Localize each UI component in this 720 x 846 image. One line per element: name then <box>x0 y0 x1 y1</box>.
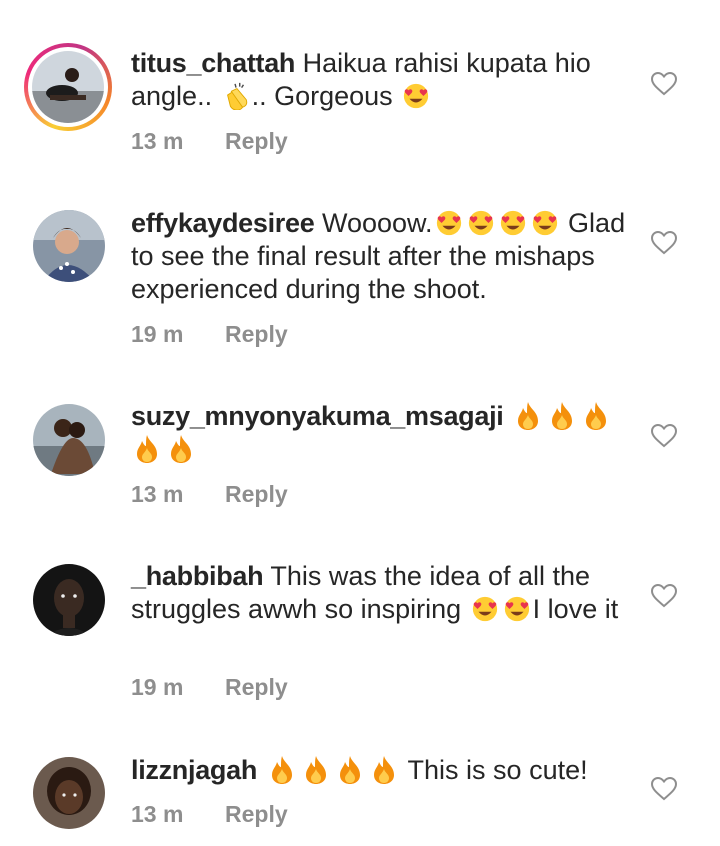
heart-outline-icon[interactable] <box>651 231 677 255</box>
comment-meta: 19 m Reply <box>131 321 288 348</box>
timestamp: 13 m <box>131 481 184 507</box>
reply-button[interactable]: Reply <box>225 481 288 508</box>
fire-emoji <box>271 756 292 784</box>
comment-text: titus_chattah Haikua rahisi kupata hio a… <box>131 48 591 111</box>
comment-text: lizznjagah This is so cute! <box>131 755 588 785</box>
fire-emoji <box>552 402 572 430</box>
timestamp: 13 m <box>131 801 184 827</box>
avatar[interactable] <box>33 404 105 476</box>
comment-meta: 13 m Reply <box>131 481 288 508</box>
timestamp: 19 m <box>131 321 184 347</box>
comment-meta: 13 m Reply <box>131 801 288 828</box>
heart-eyes-emoji <box>436 210 461 236</box>
reply-button[interactable]: Reply <box>225 128 288 155</box>
fire-emoji <box>137 435 157 463</box>
comment-meta: 13 m Reply <box>131 128 288 155</box>
avatar[interactable] <box>33 564 105 636</box>
username[interactable]: effykaydesiree <box>131 208 315 238</box>
heart-eyes-emoji <box>468 210 493 236</box>
avatar[interactable] <box>33 757 105 829</box>
heart-eyes-emoji <box>532 210 557 236</box>
fire-emoji <box>171 435 191 463</box>
timestamp: 13 m <box>131 128 184 154</box>
fire-emoji <box>373 756 394 784</box>
heart-outline-icon[interactable] <box>651 584 677 608</box>
avatar[interactable] <box>32 51 104 123</box>
fire-emoji <box>518 402 538 430</box>
heart-outline-icon[interactable] <box>651 72 677 96</box>
heart-outline-icon[interactable] <box>651 777 677 801</box>
fire-emoji <box>305 756 326 784</box>
heart-eyes-emoji <box>500 210 525 236</box>
timestamp: 19 m <box>131 674 184 700</box>
heart-eyes-emoji <box>472 596 497 622</box>
reply-button[interactable]: Reply <box>225 674 288 701</box>
heart-eyes-emoji <box>404 83 429 109</box>
reply-button[interactable]: Reply <box>225 321 288 348</box>
username[interactable]: _habbibah <box>131 561 264 591</box>
username[interactable]: titus_chattah <box>131 48 295 78</box>
comment-text: effykaydesiree Woooow. Glad to see the f… <box>131 208 626 304</box>
username[interactable]: suzy_mnyonyakuma_msagaji <box>131 401 504 431</box>
story-ring[interactable] <box>24 43 112 131</box>
clapping-hands-emoji <box>226 82 248 110</box>
username[interactable]: lizznjagah <box>131 755 257 785</box>
heart-eyes-emoji <box>504 596 529 622</box>
heart-outline-icon[interactable] <box>651 424 677 448</box>
fire-emoji <box>586 402 606 430</box>
avatar[interactable] <box>33 210 105 282</box>
comment-text: _habbibah This was the idea of all the s… <box>131 561 619 624</box>
reply-button[interactable]: Reply <box>225 801 288 828</box>
comment-text: suzy_mnyonyakuma_msagaji <box>131 400 631 466</box>
comment-meta: 19 m Reply <box>131 674 288 701</box>
fire-emoji <box>339 756 360 784</box>
